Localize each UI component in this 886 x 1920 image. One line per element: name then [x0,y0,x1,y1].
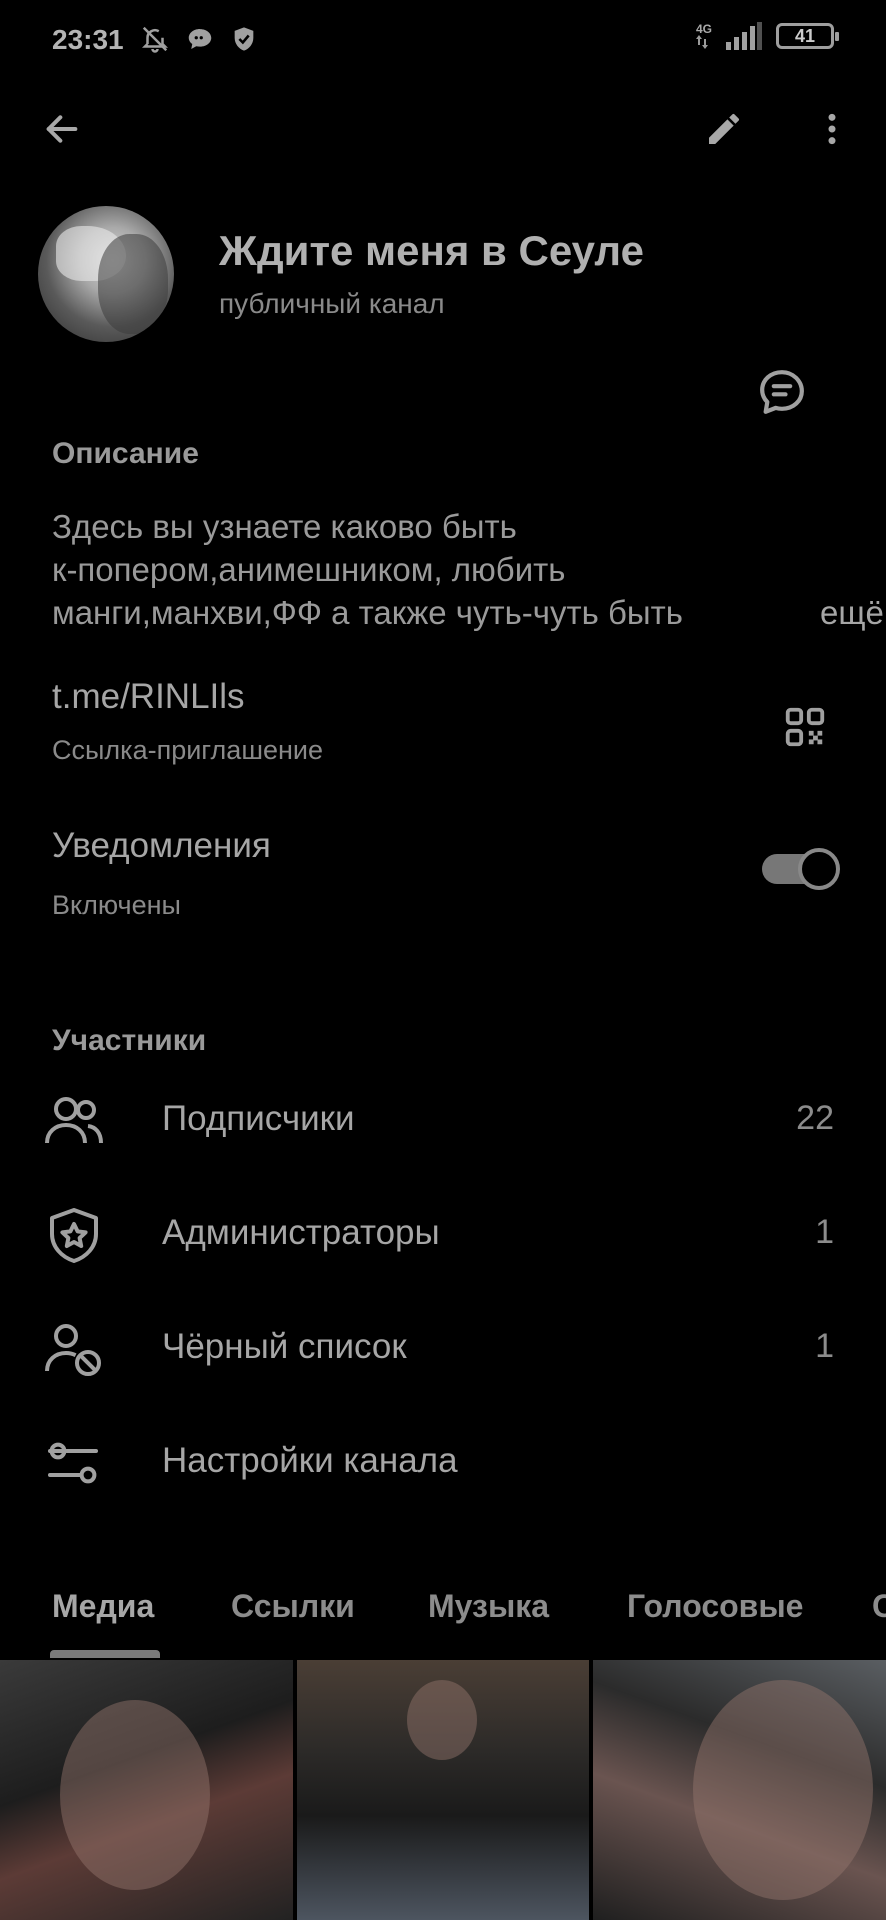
tab-more[interactable]: С [872,1588,886,1625]
tab-voice[interactable]: Голосовые [627,1588,803,1625]
media-grid [0,1660,886,1920]
status-icons-left [140,24,258,54]
more-vertical-icon [828,113,836,145]
status-bar: 23:31 4G 41 [0,0,886,82]
chat-bubble-icon [760,370,804,414]
description-more-link[interactable]: ещё [810,591,884,634]
member-row-blacklist[interactable]: Чёрный список 1 [0,1301,886,1397]
status-time: 23:31 [52,24,124,55]
status-icons-right: 4G 41 [695,22,839,50]
more-options-button[interactable] [796,93,868,165]
sliders-icon [48,1442,98,1484]
member-row-admins[interactable]: Администраторы 1 [0,1187,886,1283]
member-row-label: Чёрный список [162,1327,407,1366]
network-indicator: 4G [695,22,712,49]
shield-check-icon [234,27,254,51]
media-thumbnail[interactable] [593,1660,886,1920]
notifications-toggle[interactable] [762,848,840,890]
signal-icon [726,22,762,50]
tab-indicator [50,1650,160,1658]
battery-indicator: 41 [776,23,839,49]
arrow-left-icon [46,115,78,143]
tab-links[interactable]: Ссылки [231,1588,355,1625]
user-blocked-icon [45,1324,101,1376]
notifications-title: Уведомления [52,826,271,865]
member-row-count: 22 [796,1099,834,1137]
member-row-label: Администраторы [162,1213,440,1252]
member-row-label: Настройки канала [162,1441,458,1480]
qr-code-button[interactable] [768,690,842,764]
channel-title: Ждите меня в Сеуле [219,227,644,274]
member-row-count: 1 [815,1213,834,1251]
pencil-icon [709,113,739,144]
users-icon [45,1097,103,1144]
tab-music[interactable]: Музыка [428,1588,549,1625]
description-line: к-попером,анимешником, любить [52,551,566,588]
media-thumbnail[interactable] [0,1660,293,1920]
media-thumbnail[interactable] [297,1660,589,1920]
description-line: манги,манхви,ФФ а также чуть-чуть быть [52,594,683,631]
member-row-subscribers[interactable]: Подписчики 22 [0,1073,886,1169]
data-arrows-icon [695,35,708,49]
member-row-channel-settings[interactable]: Настройки канала [0,1415,886,1511]
description-header: Описание [52,437,199,470]
qr-code-icon [785,707,825,747]
notifications-status: Включены [52,890,181,920]
channel-subtitle: публичный канал [219,288,445,319]
back-button[interactable] [26,93,98,165]
discussion-button[interactable] [746,356,818,428]
network-type: 4G [695,22,712,36]
edit-button[interactable] [688,93,760,165]
description-line-last: манги,манхви,ФФ а также чуть-чуть быть е… [52,591,884,634]
invite-link[interactable]: t.me/RINLIls [52,677,245,717]
chat-bubble-icon [188,29,212,49]
shield-star-icon [50,1208,98,1263]
members-header: Участники [52,1024,207,1057]
description-text: Здесь вы узнаете каково быть к-попером,а… [52,505,884,634]
media-tabs: Медиа Ссылки Музыка Голосовые С [0,1580,886,1660]
description-line: Здесь вы узнаете каково быть [52,508,517,545]
member-row-label: Подписчики [162,1099,355,1138]
toggle-knob [798,848,840,890]
invite-link-caption: Ссылка-приглашение [52,735,324,765]
bell-off-icon [141,26,169,53]
channel-avatar[interactable] [38,206,174,342]
tab-media[interactable]: Медиа [52,1588,154,1625]
member-row-count: 1 [815,1327,834,1365]
